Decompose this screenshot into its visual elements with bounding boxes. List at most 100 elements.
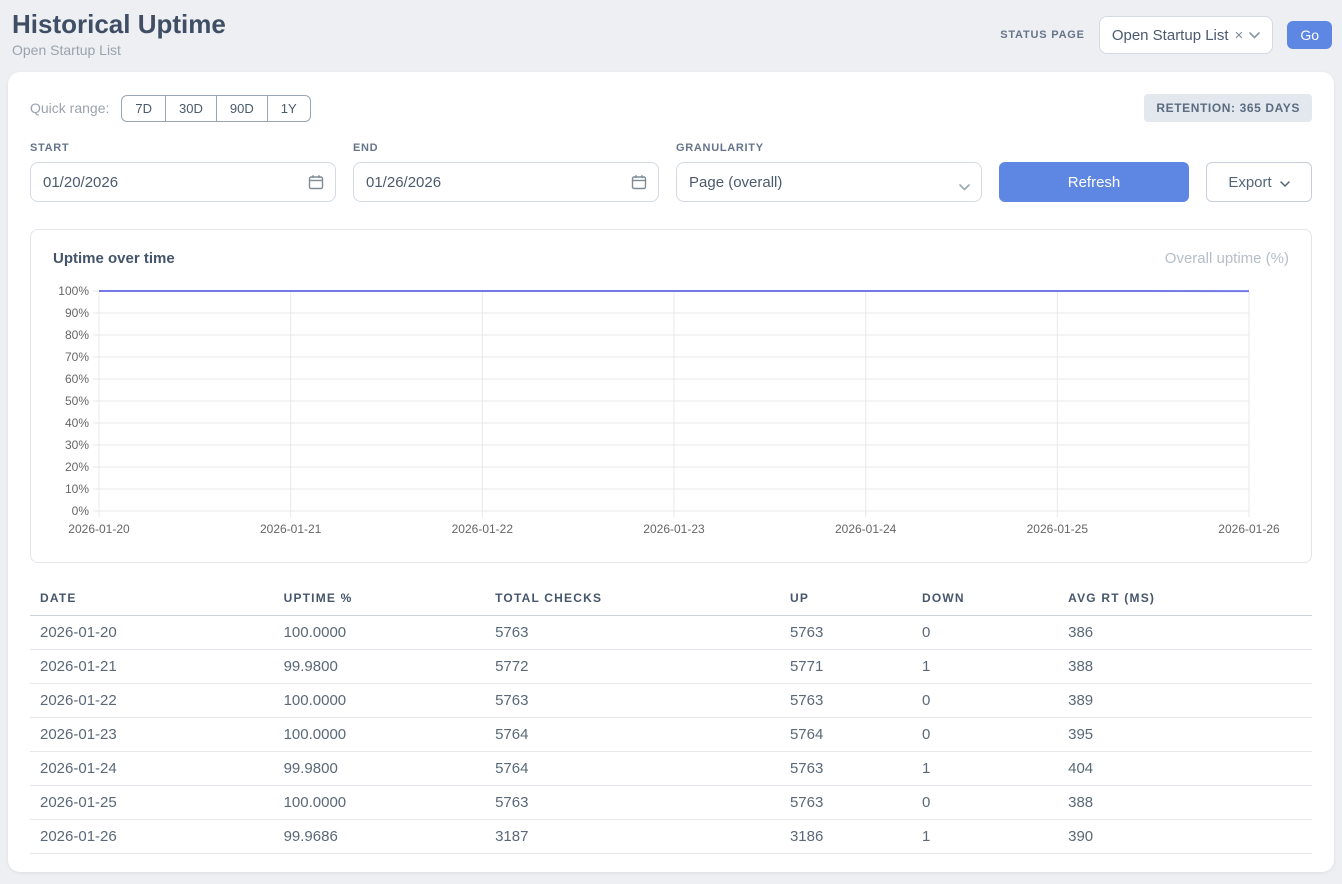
end-date-field-group: END xyxy=(353,142,659,202)
svg-text:80%: 80% xyxy=(65,328,89,342)
svg-text:30%: 30% xyxy=(65,438,89,452)
quick-range-group: Quick range: 7D 30D 90D 1Y xyxy=(30,95,311,122)
table-cell: 395 xyxy=(1058,718,1312,752)
table-cell: 99.9686 xyxy=(274,820,486,854)
quick-range-row: Quick range: 7D 30D 90D 1Y RETENTION: 36… xyxy=(30,94,1312,122)
table-cell: 388 xyxy=(1058,786,1312,820)
table-row: 2026-01-25100.0000576357630388 xyxy=(30,786,1312,820)
table-row: 2026-01-2499.9800576457631404 xyxy=(30,752,1312,786)
chart-plot-area[interactable]: 0%10%20%30%40%50%60%70%80%90%100%2026-01… xyxy=(31,283,1311,546)
table-cell: 2026-01-21 xyxy=(30,650,274,684)
chevron-down-icon xyxy=(1280,174,1290,191)
table-row: 2026-01-23100.0000576457640395 xyxy=(30,718,1312,752)
clear-selection-icon[interactable]: × xyxy=(1235,27,1244,44)
table-cell: 5771 xyxy=(780,650,912,684)
page-title: Historical Uptime xyxy=(12,10,226,39)
table-cell: 389 xyxy=(1058,684,1312,718)
table-cell: 3186 xyxy=(780,820,912,854)
table-row: 2026-01-20100.0000576357630386 xyxy=(30,616,1312,650)
table-cell: 0 xyxy=(912,616,1058,650)
table-cell: 2026-01-22 xyxy=(30,684,274,718)
table-cell: 5764 xyxy=(485,752,780,786)
quick-range-30d-button[interactable]: 30D xyxy=(165,95,217,122)
chart-header: Uptime over time Overall uptime (%) xyxy=(31,250,1311,283)
export-button-label: Export xyxy=(1228,174,1271,191)
table-cell: 404 xyxy=(1058,752,1312,786)
start-date-label: START xyxy=(30,142,336,154)
table-cell: 0 xyxy=(912,718,1058,752)
table-cell: 2026-01-20 xyxy=(30,616,274,650)
svg-text:2026-01-21: 2026-01-21 xyxy=(260,522,322,536)
table-cell: 1 xyxy=(912,650,1058,684)
uptime-table-body: 2026-01-20100.00005763576303862026-01-21… xyxy=(30,616,1312,854)
table-cell: 5763 xyxy=(780,684,912,718)
svg-text:0%: 0% xyxy=(72,504,90,518)
svg-text:2026-01-22: 2026-01-22 xyxy=(452,522,514,536)
svg-text:60%: 60% xyxy=(65,372,89,386)
table-row: 2026-01-22100.0000576357630389 xyxy=(30,684,1312,718)
page-subtitle: Open Startup List xyxy=(12,42,226,58)
table-cell: 5763 xyxy=(485,684,780,718)
quick-range-label: Quick range: xyxy=(30,100,109,116)
svg-text:100%: 100% xyxy=(58,284,89,298)
svg-text:2026-01-25: 2026-01-25 xyxy=(1027,522,1089,536)
status-page-label: STATUS PAGE xyxy=(1000,29,1085,41)
table-header-row: DATE UPTIME % TOTAL CHECKS UP DOWN AVG R… xyxy=(30,587,1312,616)
table-cell: 5772 xyxy=(485,650,780,684)
column-header-up: UP xyxy=(780,587,912,616)
top-header: Historical Uptime Open Startup List STAT… xyxy=(0,0,1342,72)
uptime-chart-card: Uptime over time Overall uptime (%) 0% 10… xyxy=(30,229,1312,563)
retention-badge: RETENTION: 365 DAYS xyxy=(1144,94,1312,122)
quick-range-90d-button[interactable]: 90D xyxy=(216,95,268,122)
column-header-down: DOWN xyxy=(912,587,1058,616)
start-date-input[interactable] xyxy=(30,162,336,202)
svg-text:2026-01-20: 2026-01-20 xyxy=(68,522,130,536)
table-cell: 0 xyxy=(912,786,1058,820)
table-row: 2026-01-2699.9686318731861390 xyxy=(30,820,1312,854)
table-cell: 5763 xyxy=(780,786,912,820)
refresh-button[interactable]: Refresh xyxy=(999,162,1189,202)
table-cell: 2026-01-23 xyxy=(30,718,274,752)
go-button[interactable]: Go xyxy=(1287,21,1332,49)
svg-text:90%: 90% xyxy=(65,306,89,320)
quick-range-7d-button[interactable]: 7D xyxy=(121,95,166,122)
svg-text:20%: 20% xyxy=(65,460,89,474)
chevron-down-icon xyxy=(1249,26,1260,44)
status-page-selected-value: Open Startup List xyxy=(1112,27,1229,44)
export-button[interactable]: Export xyxy=(1206,162,1312,202)
table-cell: 2026-01-26 xyxy=(30,820,274,854)
chart-legend-label: Overall uptime (%) xyxy=(1165,250,1289,267)
table-cell: 100.0000 xyxy=(274,718,486,752)
end-date-label: END xyxy=(353,142,659,154)
svg-text:10%: 10% xyxy=(65,482,89,496)
filters-row: START END GRANULARITY Page (overall) xyxy=(30,142,1312,202)
table-cell: 5763 xyxy=(485,616,780,650)
table-cell: 100.0000 xyxy=(274,616,486,650)
quick-range-buttons: 7D 30D 90D 1Y xyxy=(121,95,310,122)
table-cell: 2026-01-24 xyxy=(30,752,274,786)
uptime-table-section: DATE UPTIME % TOTAL CHECKS UP DOWN AVG R… xyxy=(30,587,1312,854)
main-panel: Quick range: 7D 30D 90D 1Y RETENTION: 36… xyxy=(8,72,1334,872)
table-cell: 2026-01-25 xyxy=(30,786,274,820)
start-date-field-group: START xyxy=(30,142,336,202)
table-cell: 5763 xyxy=(780,752,912,786)
quick-range-1y-button[interactable]: 1Y xyxy=(267,95,311,122)
status-page-select[interactable]: Open Startup List × xyxy=(1099,16,1274,54)
table-cell: 1 xyxy=(912,752,1058,786)
end-date-input[interactable] xyxy=(353,162,659,202)
title-block: Historical Uptime Open Startup List xyxy=(12,10,226,58)
column-header-uptime: UPTIME % xyxy=(274,587,486,616)
table-cell: 0 xyxy=(912,684,1058,718)
header-controls: STATUS PAGE Open Startup List × Go xyxy=(1000,16,1332,54)
column-header-avg-rt: AVG RT (MS) xyxy=(1058,587,1312,616)
granularity-label: GRANULARITY xyxy=(676,142,982,154)
granularity-select[interactable]: Page (overall) xyxy=(676,162,982,202)
column-header-total-checks: TOTAL CHECKS xyxy=(485,587,780,616)
table-cell: 100.0000 xyxy=(274,684,486,718)
table-cell: 5763 xyxy=(485,786,780,820)
uptime-table: DATE UPTIME % TOTAL CHECKS UP DOWN AVG R… xyxy=(30,587,1312,854)
svg-text:2026-01-24: 2026-01-24 xyxy=(835,522,897,536)
chart-title: Uptime over time xyxy=(53,250,175,267)
svg-text:40%: 40% xyxy=(65,416,89,430)
table-cell: 388 xyxy=(1058,650,1312,684)
